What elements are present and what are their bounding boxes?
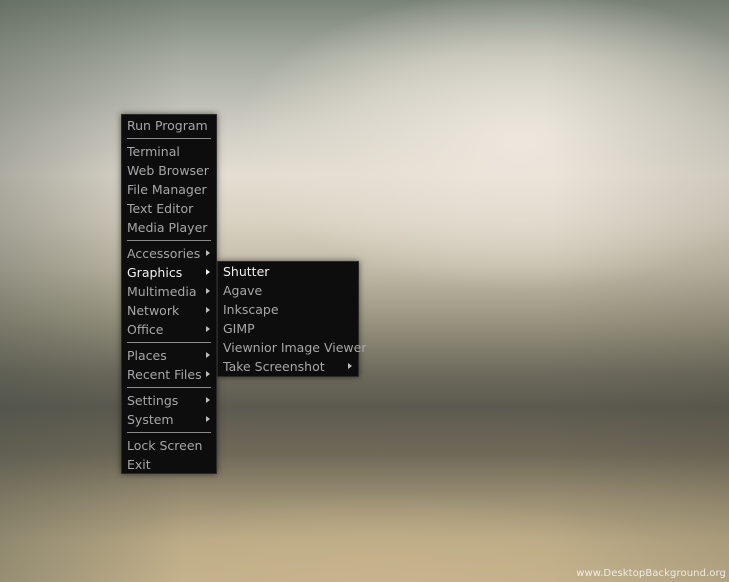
submenu-arrow-icon — [206, 397, 210, 403]
menu-item-text-editor[interactable]: Text Editor — [122, 199, 216, 218]
menu-item-label: Terminal — [127, 144, 180, 159]
menu-item-file-manager[interactable]: File Manager — [122, 180, 216, 199]
graphics-submenu: Shutter Agave Inkscape GIMP Viewnior Ima… — [217, 261, 366, 377]
submenu-arrow-icon — [206, 269, 210, 275]
submenu-item-shutter[interactable]: Shutter — [218, 262, 358, 281]
menu-item-web-browser[interactable]: Web Browser — [122, 161, 216, 180]
menu-item-label: Exit — [127, 457, 151, 472]
menu-item-label: Take Screenshot — [223, 359, 325, 374]
menu-item-label: Accessories — [127, 246, 201, 261]
menu-item-label: Media Player — [127, 220, 208, 235]
menu-separator — [127, 432, 211, 433]
menu-item-recent-files[interactable]: Recent Files — [122, 365, 216, 384]
submenu-arrow-icon — [206, 250, 210, 256]
menu-item-label: Lock Screen — [127, 438, 203, 453]
menu-item-label: Network — [127, 303, 180, 318]
submenu-arrow-icon — [206, 326, 210, 332]
menu-item-network[interactable]: Network — [122, 301, 216, 320]
submenu-arrow-icon — [206, 352, 210, 358]
menu-item-label: Agave — [223, 283, 263, 298]
submenu-arrow-icon — [206, 288, 210, 294]
desktop-wallpaper — [0, 0, 729, 582]
menu-item-label: Settings — [127, 393, 179, 408]
submenu-arrow-icon — [206, 416, 210, 422]
menu-item-accessories[interactable]: Accessories — [122, 244, 216, 263]
menu-item-media-player[interactable]: Media Player — [122, 218, 216, 237]
menu-item-label: Text Editor — [127, 201, 194, 216]
root-menu: Run Program Terminal Web Browser File Ma… — [121, 114, 217, 474]
menu-separator — [127, 342, 211, 343]
menu-item-label: File Manager — [127, 182, 207, 197]
menu-item-terminal[interactable]: Terminal — [122, 142, 216, 161]
submenu-item-gimp[interactable]: GIMP — [218, 319, 358, 338]
menu-item-system[interactable]: System — [122, 410, 216, 429]
menu-item-multimedia[interactable]: Multimedia — [122, 282, 216, 301]
submenu-item-viewnior[interactable]: Viewnior Image Viewer — [218, 338, 366, 357]
submenu-item-agave[interactable]: Agave — [218, 281, 358, 300]
menu-item-label: Run Program — [127, 118, 208, 133]
menu-separator — [127, 240, 211, 241]
menu-item-places[interactable]: Places — [122, 346, 216, 365]
menu-item-label: Shutter — [223, 264, 270, 279]
menu-separator — [127, 138, 211, 139]
submenu-arrow-icon — [206, 371, 210, 377]
submenu-item-inkscape[interactable]: Inkscape — [218, 300, 358, 319]
menu-item-lock-screen[interactable]: Lock Screen — [122, 436, 216, 455]
menu-item-label: Graphics — [127, 265, 183, 280]
menu-item-label: Recent Files — [127, 367, 202, 382]
menu-item-label: Multimedia — [127, 284, 197, 299]
submenu-arrow-icon — [348, 363, 352, 369]
menu-item-label: GIMP — [223, 321, 255, 336]
menu-item-label: Web Browser — [127, 163, 209, 178]
menu-item-label: Inkscape — [223, 302, 279, 317]
menu-item-exit[interactable]: Exit — [122, 455, 216, 474]
menu-item-office[interactable]: Office — [122, 320, 216, 339]
menu-item-label: Viewnior Image Viewer — [223, 340, 367, 355]
submenu-item-take-screenshot[interactable]: Take Screenshot — [218, 357, 358, 376]
menu-item-settings[interactable]: Settings — [122, 391, 216, 410]
menu-item-label: System — [127, 412, 174, 427]
menu-separator — [127, 387, 211, 388]
submenu-arrow-icon — [206, 307, 210, 313]
watermark: www.DesktopBackground.org — [576, 568, 726, 579]
menu-item-label: Places — [127, 348, 167, 363]
menu-item-graphics[interactable]: Graphics — [122, 263, 216, 282]
menu-item-label: Office — [127, 322, 164, 337]
menu-item-run-program[interactable]: Run Program — [122, 116, 216, 135]
